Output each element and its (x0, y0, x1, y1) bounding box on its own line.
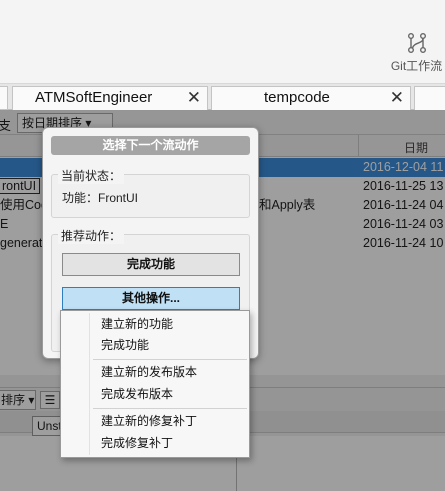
menu-item-new-release[interactable]: 建立新的发布版本 (63, 362, 247, 383)
toolbar: Git工作流 (0, 0, 445, 84)
menu-item-finish-hotfix[interactable]: 完成修复补丁 (63, 433, 247, 454)
close-icon[interactable]: ✕ (187, 87, 201, 109)
git-flow-label: Git工作流 (390, 59, 443, 73)
git-flow-icon (407, 33, 426, 53)
menu-item-new-hotfix[interactable]: 建立新的修复补丁 (63, 411, 247, 432)
tab-tempcode[interactable]: tempcode ✕ (211, 86, 411, 110)
menu-item-finish-feature[interactable]: 完成功能 (63, 335, 247, 356)
other-actions-button[interactable]: 其他操作... (62, 287, 240, 310)
dialog-title: 选择下一个流动作 (51, 136, 250, 155)
current-state-group: 当前状态： 功能：FrontUI (51, 167, 250, 218)
tab-bar: ATMSoftEngineer ✕ tempcode ✕ (0, 84, 445, 110)
git-flow-button[interactable]: Git工作流 (388, 30, 445, 80)
menu-item-new-feature[interactable]: 建立新的功能 (63, 314, 247, 335)
tab-label: tempcode (264, 89, 330, 106)
current-state-value: 功能：FrontUI (62, 191, 139, 205)
recommended-actions-label: 推荐动作： (58, 227, 125, 244)
tab-atmsoftengineer[interactable]: ATMSoftEngineer ✕ (12, 86, 208, 110)
close-icon[interactable]: ✕ (390, 87, 404, 109)
menu-separator (93, 359, 247, 360)
menu-separator (93, 408, 247, 409)
tab-label: ATMSoftEngineer (35, 89, 153, 106)
tab-stub[interactable] (0, 86, 8, 110)
other-actions-menu: 建立新的功能 完成功能 建立新的发布版本 完成发布版本 建立新的修复补丁 完成修… (60, 310, 250, 458)
menu-item-finish-release[interactable]: 完成发布版本 (63, 384, 247, 405)
current-state-label: 当前状态： (58, 167, 125, 184)
finish-feature-button[interactable]: 完成功能 (62, 253, 240, 276)
tab-next[interactable] (414, 86, 445, 110)
